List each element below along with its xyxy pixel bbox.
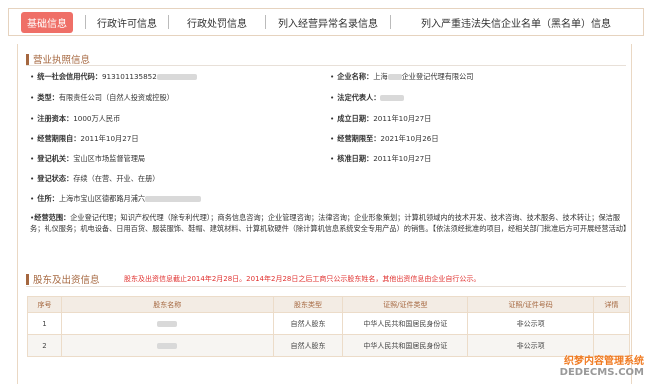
period-from-label: 经营期限自： (37, 134, 81, 143)
shareholder-section-title: 股东及出资信息 (26, 272, 100, 286)
established-value: 2011年10月27日 (373, 114, 432, 123)
col-header-no: 序号 (27, 296, 62, 313)
cell-type: 自然人股东 (272, 334, 344, 357)
type-label: 类型： (37, 93, 59, 102)
cell-id-type: 中华人民共和国居民身份证 (342, 334, 469, 357)
cell-name (60, 312, 274, 335)
col-header-id-no: 证照/证件号码 (467, 296, 595, 313)
authority-value: 宝山区市场监督管理局 (73, 154, 146, 163)
address-value: 上海市宝山区德都路月浦六 (58, 194, 146, 203)
col-header-id-type: 证照/证件类型 (342, 296, 469, 313)
cell-type: 自然人股东 (272, 312, 344, 335)
credit-code-label: 统一社会信用代码： (37, 72, 102, 81)
redacted-mask (157, 320, 178, 327)
tab-admin-license[interactable]: 行政许可信息 (86, 9, 168, 35)
type-value: 有限责任公司（自然人投资或控股） (58, 93, 174, 102)
shareholder-note: 股东及出资信息截止2014年2月28日。2014年2月28日之后工商只公示股东姓… (124, 275, 481, 283)
col-header-detail: 详情 (593, 296, 630, 313)
scope-value: 企业登记代理；知识产权代理（除专利代理）；商务信息咨询；企业管理咨询；法律咨询；… (30, 213, 631, 233)
cell-id-type: 中华人民共和国居民身份证 (342, 312, 469, 335)
established-field: • 成立日期：2011年10月27日 (330, 114, 432, 123)
address-field: • 住所：上海市宝山区德都路月浦六 (30, 194, 202, 204)
license-title-text: 营业执照信息 (33, 55, 91, 66)
cell-detail[interactable] (593, 312, 630, 335)
approval-field: • 核准日期：2011年10月27日 (330, 154, 432, 163)
legal-rep-label: 法定代表人： (337, 93, 381, 102)
capital-value: 1000万人民币 (73, 114, 121, 123)
section-marker (26, 273, 29, 285)
period-to-field: • 经营期限至：2021年10月26日 (330, 134, 439, 143)
watermark-title: 织梦内容管理系统 (564, 356, 644, 367)
cell-no: 1 (27, 312, 62, 335)
credit-code-value: 913101135852 (101, 72, 157, 81)
tab-admin-penalty[interactable]: 行政处罚信息 (169, 9, 265, 35)
watermark-domain: DEDECMS.COM (559, 367, 644, 378)
col-header-name: 股东名称 (60, 296, 274, 313)
shareholder-title-text: 股东及出资信息 (33, 275, 100, 286)
legal-rep-field: • 法定代表人： (330, 93, 405, 103)
cell-name (60, 334, 274, 357)
authority-label: 登记机关： (37, 154, 74, 163)
period-to-label: 经营期限至： (337, 134, 381, 143)
site-watermark: 织梦内容管理系统 DEDECMS.COM (532, 352, 644, 378)
business-scope-field: •经营范围：企业登记代理；知识产权代理（除专利代理）；商务信息咨询；企业管理咨询… (30, 213, 631, 233)
tab-label: 列入严重违法失信企业名单（黑名单）信息 (421, 18, 611, 30)
company-name-value: 上海 (373, 72, 388, 81)
col-header-type: 股东类型 (272, 296, 344, 313)
period-from-field: • 经营期限自：2011年10月27日 (30, 134, 139, 143)
capital-field: • 注册资本：1000万人民币 (30, 114, 121, 123)
established-label: 成立日期： (337, 114, 374, 123)
company-name-suffix: 企业登记代理有限公司 (401, 72, 474, 81)
approval-label: 核准日期： (337, 154, 374, 163)
address-label: 住所： (37, 194, 59, 203)
license-section-title: 营业执照信息 (26, 52, 90, 66)
company-name-field: • 企业名称：上海 企业登记代理有限公司 (330, 72, 474, 81)
tab-blacklist[interactable]: 列入严重违法失信企业名单（黑名单）信息 (391, 9, 641, 35)
redacted-mask (156, 74, 197, 80)
table-header-row: 序号 股东名称 股东类型 证照/证件类型 证照/证件号码 详情 (27, 296, 630, 313)
section-marker (26, 53, 29, 65)
tab-label: 基础信息 (21, 11, 73, 33)
redacted-mask (157, 342, 178, 349)
approval-value: 2011年10月27日 (373, 154, 432, 163)
redacted-mask (387, 74, 402, 80)
section-divider (26, 286, 626, 287)
cell-no: 2 (27, 334, 62, 357)
authority-field: • 登记机关：宝山区市场监督管理局 (30, 154, 146, 163)
tab-label: 行政处罚信息 (187, 18, 247, 30)
redacted-mask (145, 196, 202, 202)
status-value: 存续（在营、开业、在册） (73, 174, 160, 183)
status-field: • 登记状态：存续（在营、开业、在册） (30, 174, 160, 183)
period-from-value: 2011年10月27日 (80, 134, 139, 143)
tab-bar: 基础信息 行政许可信息 行政处罚信息 列入经营异常名录信息 列入严重违法失信企业… (8, 8, 644, 36)
tab-abnormal-list[interactable]: 列入经营异常名录信息 (266, 9, 390, 35)
shareholder-table: 序号 股东名称 股东类型 证照/证件类型 证照/证件号码 详情 1 自然人股东 … (27, 296, 630, 357)
tab-label: 列入经营异常名录信息 (278, 18, 378, 30)
tab-basic-info[interactable]: 基础信息 (9, 9, 85, 35)
type-field: • 类型：有限责任公司（自然人投资或控股） (30, 93, 174, 102)
section-divider (26, 65, 626, 66)
scope-label: 经营范围： (34, 213, 71, 222)
company-name-label: 企业名称： (337, 72, 374, 81)
table-row: 1 自然人股东 中华人民共和国居民身份证 非公示项 (27, 312, 630, 335)
credit-code-field: • 统一社会信用代码：913101135852 (30, 72, 197, 82)
capital-label: 注册资本： (37, 114, 74, 123)
period-to-value: 2021年10月26日 (380, 134, 439, 143)
tab-label: 行政许可信息 (97, 18, 157, 30)
status-label: 登记状态： (37, 174, 74, 183)
cell-id-no: 非公示项 (467, 312, 595, 335)
redacted-mask (380, 95, 405, 101)
